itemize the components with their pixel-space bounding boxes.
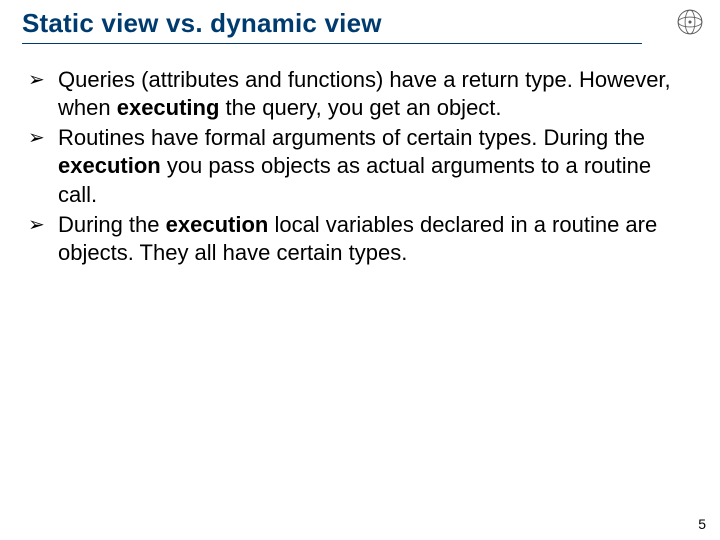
bullet-text-bold: execution [58, 153, 161, 178]
bullet-text-pre: During the [58, 212, 166, 237]
bullet-item: ➢ Queries (attributes and functions) hav… [28, 66, 690, 122]
bullet-text-post: the query, you get an object. [219, 95, 501, 120]
bullet-item: ➢ During the execution local variables d… [28, 211, 690, 267]
bullet-glyph-icon: ➢ [28, 66, 58, 94]
bullet-glyph-icon: ➢ [28, 124, 58, 152]
bullet-text-bold: execution [166, 212, 269, 237]
bullet-item: ➢ Routines have formal arguments of cert… [28, 124, 690, 208]
bullet-text: During the execution local variables dec… [58, 211, 690, 267]
slide-body: ➢ Queries (attributes and functions) hav… [22, 66, 698, 267]
eth-chair-logo-icon [676, 8, 704, 36]
bullet-glyph-icon: ➢ [28, 211, 58, 239]
slide-title: Static view vs. dynamic view [22, 8, 642, 44]
slide: Static view vs. dynamic view ➢ Queries (… [0, 0, 720, 540]
bullet-text: Queries (attributes and functions) have … [58, 66, 690, 122]
page-number: 5 [698, 516, 706, 532]
bullet-list: ➢ Queries (attributes and functions) hav… [28, 66, 690, 267]
bullet-text-bold: executing [117, 95, 220, 120]
bullet-text: Routines have formal arguments of certai… [58, 124, 690, 208]
bullet-text-pre: Routines have formal arguments of certai… [58, 125, 645, 150]
